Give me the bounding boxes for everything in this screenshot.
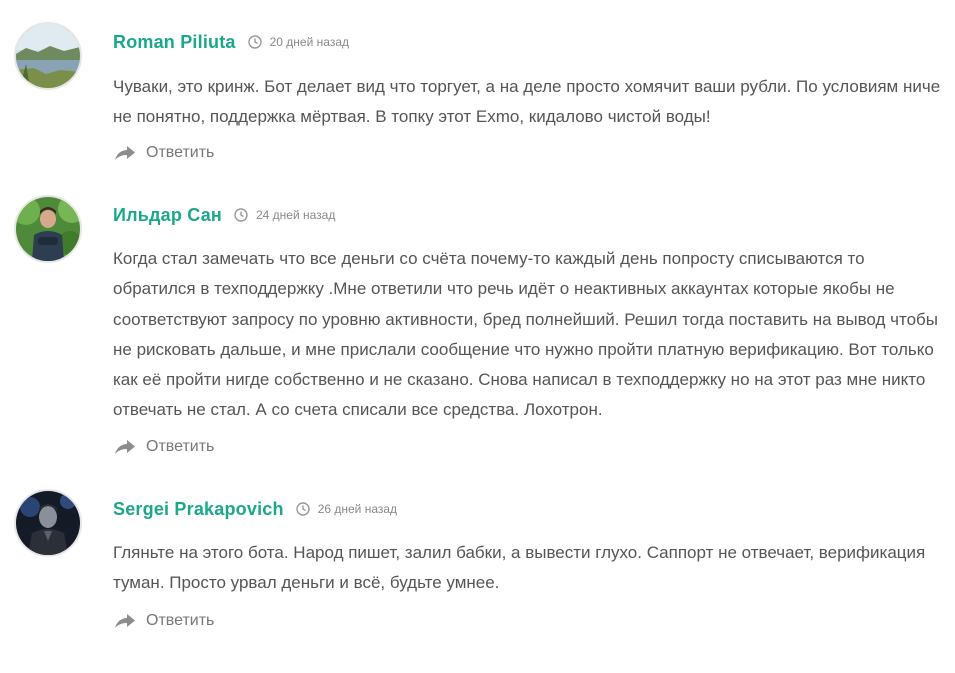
reply-button[interactable]: Ответить bbox=[113, 144, 214, 162]
author-name[interactable]: Roman Piliuta bbox=[113, 32, 236, 53]
comment-header: Ильдар Сан 24 дней назад bbox=[113, 195, 335, 235]
person-in-forest-avatar-icon bbox=[16, 197, 80, 261]
comment-header: Roman Piliuta 20 дней назад bbox=[113, 22, 349, 62]
time-label: 26 дней назад bbox=[317, 502, 398, 516]
clock-icon bbox=[247, 35, 262, 49]
avatar[interactable] bbox=[14, 22, 82, 90]
avatar[interactable] bbox=[14, 195, 82, 263]
comment-time[interactable]: 24 дней назад bbox=[234, 208, 335, 222]
reply-label: Ответить bbox=[146, 612, 215, 629]
reply-arrow-icon bbox=[115, 614, 135, 628]
clock-icon bbox=[234, 208, 248, 222]
reply-button[interactable]: Ответить bbox=[113, 438, 214, 456]
reply-arrow-icon bbox=[115, 440, 135, 454]
reply-button[interactable]: Ответить bbox=[113, 612, 214, 630]
dark-portrait-avatar-icon bbox=[16, 491, 80, 555]
author-name[interactable]: Sergei Prakapovich bbox=[113, 499, 284, 520]
reply-arrow-icon bbox=[115, 146, 135, 160]
comment-text: Чуваки, это кринж. Бот делает вид что то… bbox=[113, 77, 941, 127]
comment-header: Sergei Prakapovich 26 дней назад bbox=[113, 489, 397, 529]
comment-list: Roman Piliuta 20 дней назад Чуваки, это … bbox=[0, 0, 955, 673]
author-name[interactable]: Ильдар Сан bbox=[113, 205, 222, 226]
clock-icon bbox=[295, 502, 310, 516]
comment-time[interactable]: 20 дней назад bbox=[247, 35, 349, 49]
time-label: 24 дней назад bbox=[255, 208, 336, 222]
reply-label: Ответить bbox=[146, 144, 215, 161]
landscape-avatar-icon bbox=[16, 24, 80, 88]
avatar[interactable] bbox=[14, 489, 82, 557]
time-label: 20 дней назад bbox=[269, 35, 349, 49]
reply-label: Ответить bbox=[146, 438, 215, 455]
comment-text: Когда стал замечать что все деньги со сч… bbox=[113, 249, 939, 420]
comment-text: Гляньте на этого бота. Народ пишет, зали… bbox=[113, 543, 926, 593]
comment-time[interactable]: 26 дней назад bbox=[295, 502, 398, 516]
